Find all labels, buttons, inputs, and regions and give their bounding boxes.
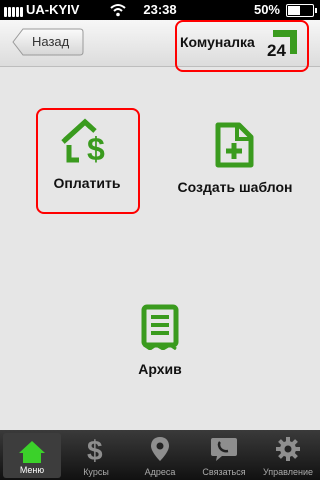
tab-contact[interactable]: Связаться [192, 430, 256, 480]
create-template-action[interactable]: Создать шаблон [176, 122, 294, 195]
title-highlight-box [175, 20, 309, 72]
home-icon [19, 441, 45, 463]
tab-label: Управление [262, 467, 314, 477]
tab-label: Курсы [83, 467, 109, 477]
tab-addresses[interactable]: Адреса [128, 430, 192, 480]
create-template-label: Создать шаблон [177, 179, 293, 195]
pay-highlight-box [36, 108, 140, 214]
svg-text:$: $ [87, 436, 103, 464]
new-document-icon [215, 122, 254, 168]
tab-menu[interactable]: Меню [3, 433, 61, 478]
back-button-label: Назад [32, 34, 70, 49]
receipt-list-icon [141, 304, 179, 351]
archive-action[interactable]: Архив [110, 304, 210, 377]
tab-label: Меню [19, 465, 45, 475]
dollar-icon: $ [87, 436, 103, 464]
status-bar: UA-KYIV 23:38 50% [0, 0, 320, 20]
tab-settings[interactable]: Управление [256, 430, 320, 480]
gear-icon [276, 437, 300, 461]
tab-label: Адреса [144, 467, 176, 477]
battery-icon [286, 4, 317, 17]
phone-chat-icon [211, 438, 237, 461]
tab-label: Связаться [202, 467, 246, 477]
tab-rates[interactable]: $ Курсы [64, 430, 128, 480]
archive-label: Архив [138, 361, 182, 377]
tab-bar: Меню $ Курсы Адреса Связаться Управление [0, 430, 320, 480]
back-button[interactable]: Назад [12, 28, 84, 56]
battery-percent: 50% [253, 2, 280, 17]
map-pin-icon [151, 437, 169, 461]
